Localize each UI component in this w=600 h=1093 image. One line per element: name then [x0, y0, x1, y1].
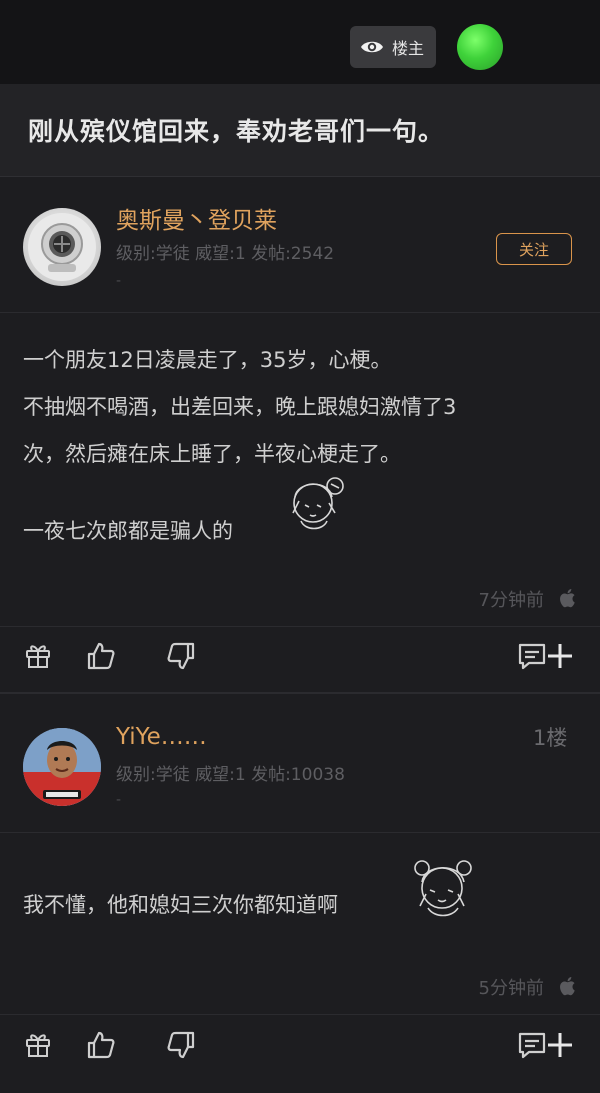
divider — [0, 832, 600, 833]
divider — [0, 626, 600, 627]
avatar[interactable] — [23, 728, 101, 806]
body-line: 不抽烟不喝酒，出差回来，晚上跟媳妇激情了3 — [23, 395, 457, 419]
anime-girl-sticker-icon — [283, 471, 351, 537]
username[interactable]: YiYe…… — [116, 724, 207, 750]
thread-title: 刚从殡仪馆回来，奉劝老哥们一句。 — [28, 117, 445, 146]
post-time: 5分钟前 — [478, 978, 544, 999]
gift-icon[interactable] — [24, 641, 52, 673]
body-line: 我不懂，他和媳妇三次你都知道啊 — [23, 893, 338, 917]
post-actions — [0, 1024, 600, 1074]
post-op: 奥斯曼丶登贝莱 级别:学徒 威望:1 发帖:2542 - 关注 一个朋友12日凌… — [0, 177, 600, 692]
follow-button[interactable]: 关注 — [496, 233, 572, 265]
divider — [0, 312, 600, 313]
plus-icon[interactable] — [545, 641, 575, 675]
comment-icon[interactable] — [517, 641, 547, 675]
eye-icon — [360, 39, 384, 55]
anime-girl-sticker-icon — [408, 854, 480, 924]
user-meta: 级别:学徒 威望:1 发帖:2542 — [116, 244, 335, 264]
signature-dot: - — [116, 792, 122, 808]
thumbs-down-icon[interactable] — [166, 641, 196, 675]
gift-icon[interactable] — [24, 1030, 52, 1062]
comment-icon[interactable] — [517, 1030, 547, 1064]
post-time: 7分钟前 — [478, 590, 544, 611]
apple-icon — [558, 587, 578, 613]
thread-header: 刚从殡仪馆回来，奉劝老哥们一句。 — [0, 84, 600, 177]
divider — [0, 1014, 600, 1015]
floor-number: 1楼 — [533, 726, 568, 750]
avatar[interactable] — [23, 208, 101, 286]
post-body: 我不懂，他和媳妇三次你都知道啊 — [23, 882, 578, 929]
only-op-label: 楼主 — [392, 39, 425, 58]
top-bar: 楼主 — [0, 0, 600, 84]
apple-icon — [558, 975, 578, 1001]
thumbs-up-icon[interactable] — [86, 1030, 116, 1064]
body-line: 一个朋友12日凌晨走了，35岁，心梗。 — [23, 348, 392, 372]
thumbs-down-icon[interactable] — [166, 1030, 196, 1064]
status-dot-icon[interactable] — [457, 24, 503, 70]
post-reply: YiYe…… 1楼 级别:学徒 威望:1 发帖:10038 - 我不懂，他和媳妇… — [0, 692, 600, 1093]
user-meta: 级别:学徒 威望:1 发帖:10038 — [116, 765, 345, 785]
post-actions — [0, 635, 600, 685]
username[interactable]: 奥斯曼丶登贝莱 — [116, 201, 277, 235]
thumbs-up-icon[interactable] — [86, 641, 116, 675]
signature-dot: - — [116, 273, 122, 289]
plus-icon[interactable] — [545, 1030, 575, 1064]
only-op-button[interactable]: 楼主 — [350, 26, 436, 68]
